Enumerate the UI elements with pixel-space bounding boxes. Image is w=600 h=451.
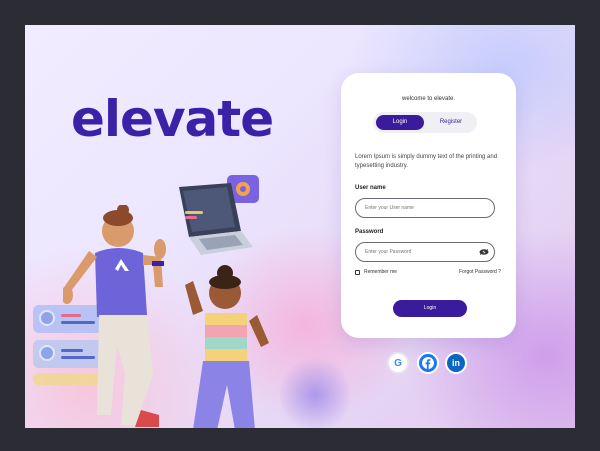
password-label: Password [355,229,384,235]
google-icon: G [394,357,402,369]
username-input[interactable] [355,198,495,218]
linkedin-login-button[interactable]: in [445,352,467,374]
facebook-login-button[interactable] [417,352,439,374]
linkedin-icon: in [452,358,460,368]
facebook-icon [422,357,434,369]
login-button[interactable]: Login [393,300,467,317]
auth-tabs: Login Register [373,112,477,133]
welcome-text: welcome to elevate. [401,96,456,102]
password-input[interactable] [355,242,495,262]
username-label: User name [355,185,386,191]
man-figure-illustration [63,205,166,427]
remember-checkbox[interactable] [355,269,360,275]
login-page: elevate welcome to elevate. Login Regist… [25,25,575,428]
remember-label: Remember me [364,269,398,275]
card-avatar-icon [39,310,55,326]
eye-icon[interactable] [479,249,489,255]
brand-logo: elevate [71,90,274,148]
forgot-password-link[interactable]: Forgot Password ? [459,269,501,275]
tab-register[interactable]: Register [427,115,475,130]
description-text: Lorem Ipsum is simply dummy text of the … [355,154,498,169]
hero-illustration [25,145,345,428]
card-avatar-icon [39,345,55,361]
login-panel: welcome to elevate. Login Register Lorem… [341,73,516,338]
tab-login[interactable]: Login [376,115,424,130]
google-login-button[interactable]: G [387,352,409,374]
laptop-icon [179,175,259,255]
remember-me[interactable]: Remember me [355,269,397,275]
woman-figure-illustration [185,265,269,428]
